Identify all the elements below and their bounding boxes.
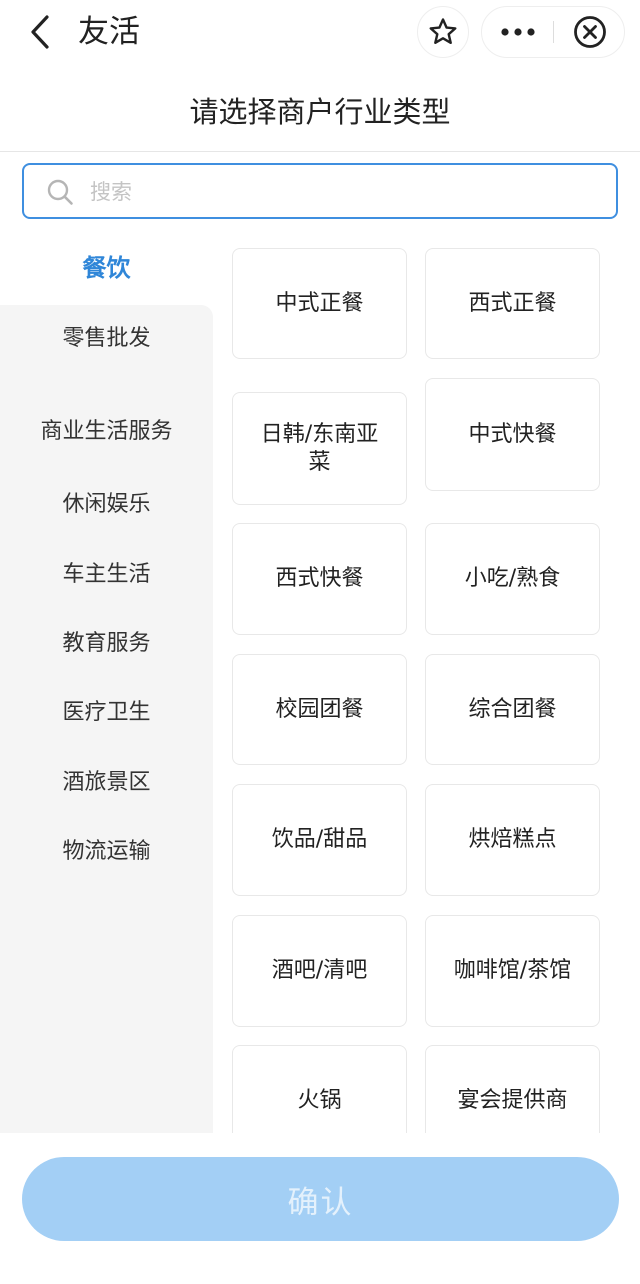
category-item-hotel-tourism[interactable]: 酒旅景区: [0, 749, 213, 817]
subcategory-card[interactable]: 西式快餐: [232, 523, 407, 635]
subcategory-card[interactable]: 小吃/熟食: [425, 523, 600, 635]
subcategory-card[interactable]: 中式正餐: [232, 248, 407, 359]
subcategory-card[interactable]: 校园团餐: [232, 654, 407, 765]
subcategory-card[interactable]: 火锅: [232, 1045, 407, 1133]
category-item-retail-wholesale[interactable]: 零售批发: [0, 305, 213, 373]
category-item-logistics-transport[interactable]: 物流运输: [0, 818, 213, 886]
category-item-business-life-services[interactable]: 商业生活服务: [0, 391, 213, 473]
content-area: 餐饮 零售批发 商业生活服务 休闲娱乐 车主生活 教育服务 医疗卫生 酒旅景区 …: [0, 0, 640, 1133]
subcategory-card[interactable]: 中式快餐: [425, 378, 600, 491]
subcategory-card[interactable]: 宴会提供商: [425, 1045, 600, 1133]
subcategory-card[interactable]: 咖啡馆/茶馆: [425, 915, 600, 1027]
category-item-education-services[interactable]: 教育服务: [0, 610, 213, 678]
category-item-car-owner-life[interactable]: 车主生活: [0, 541, 213, 609]
subcategory-card[interactable]: 饮品/甜品: [232, 784, 407, 896]
confirm-button[interactable]: 确认: [22, 1157, 619, 1241]
category-sidebar: 餐饮 零售批发 商业生活服务 休闲娱乐 车主生活 教育服务 医疗卫生 酒旅景区 …: [0, 233, 213, 1133]
subcategory-card[interactable]: 综合团餐: [425, 654, 600, 765]
subcategory-card[interactable]: 日韩/东南亚菜: [232, 392, 407, 505]
category-item-leisure-entertainment[interactable]: 休闲娱乐: [0, 471, 213, 539]
subcategory-card[interactable]: 西式正餐: [425, 248, 600, 359]
subcategory-card[interactable]: 酒吧/清吧: [232, 915, 407, 1027]
subcategory-card[interactable]: 烘焙糕点: [425, 784, 600, 896]
category-item-catering[interactable]: 餐饮: [0, 233, 213, 303]
category-item-medical-health[interactable]: 医疗卫生: [0, 679, 213, 747]
